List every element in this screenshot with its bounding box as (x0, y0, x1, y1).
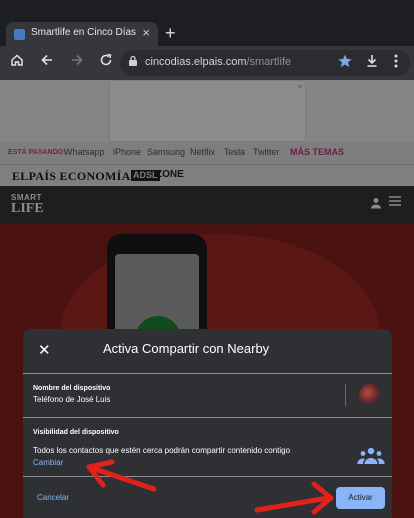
nav-link-samsung[interactable]: Samsung (147, 147, 185, 157)
ad-choices-icon[interactable]: ✕ (297, 83, 303, 91)
brand-row: ELPAÍS ECONOMÍA ADSL ZONE (0, 164, 414, 186)
dialog-title: Activa Compartir con Nearby (103, 341, 270, 356)
vertical-divider (345, 384, 346, 406)
close-icon[interactable]: ✕ (38, 343, 51, 359)
nav-link-whatsapp[interactable]: Whatsapp (64, 147, 105, 157)
user-icon[interactable] (370, 197, 382, 212)
lock-icon (128, 55, 138, 70)
tab-close-icon[interactable]: × (142, 25, 150, 40)
tab-favicon-icon (14, 29, 25, 40)
nav-link-netflix[interactable]: Netflix (190, 147, 215, 157)
avatar[interactable] (359, 384, 381, 406)
device-name-value: Teléfono de José Luis (33, 395, 111, 404)
home-icon[interactable] (10, 53, 24, 72)
visibility-description: Todos los contactos que estén cerca podr… (33, 446, 291, 455)
nav-link-tesla[interactable]: Tesla (224, 147, 245, 157)
trending-nav: ESTÁ PASANDO: Whatsapp iPhone Samsung Ne… (0, 142, 414, 164)
browser-toolbar: cincodias.elpais.com/smartlife (0, 46, 414, 80)
tab-title: Smartlife en Cinco Días (31, 27, 137, 38)
nav-link-iphone[interactable]: iPhone (113, 147, 141, 157)
reload-icon[interactable] (99, 53, 113, 72)
divider (23, 476, 392, 477)
tab-strip: Smartlife en Cinco Días × + (0, 0, 414, 46)
star-icon[interactable] (337, 53, 353, 74)
device-name-label: Nombre del dispositivo (33, 385, 111, 392)
ad-banner[interactable]: ✕ (109, 80, 306, 142)
url-host: cincodias.elpais.com (145, 56, 247, 68)
adslzone-logo-zone[interactable]: ZONE (156, 169, 184, 180)
forward-icon[interactable] (70, 53, 84, 72)
activate-button[interactable]: Activar (336, 487, 385, 509)
browser-tab[interactable]: Smartlife en Cinco Días × (6, 22, 158, 46)
back-icon[interactable] (40, 53, 54, 72)
divider (23, 373, 392, 374)
change-visibility-link[interactable]: Cambiar (33, 458, 63, 467)
visibility-label: Visibilidad del dispositivo (33, 429, 119, 436)
url-path: /smartlife (246, 56, 292, 68)
nav-link-more-topics[interactable]: MÁS TEMAS (290, 147, 344, 157)
download-icon[interactable] (365, 53, 379, 73)
new-tab-icon[interactable]: + (165, 24, 176, 42)
site-header: SMART LIFE (0, 186, 414, 224)
hamburger-menu-icon[interactable] (388, 194, 402, 213)
cancel-button[interactable]: Cancelar (37, 493, 69, 502)
menu-icon[interactable] (393, 52, 399, 74)
nearby-share-dialog: ✕ Activa Compartir con Nearby Nombre del… (23, 329, 392, 518)
elpais-economia-logo[interactable]: ELPAÍS ECONOMÍA (12, 169, 131, 184)
nav-link-twitter[interactable]: Twitter (253, 147, 280, 157)
contacts-icon (357, 446, 385, 466)
url-text: cincodias.elpais.com/smartlife (145, 56, 291, 68)
smartlife-logo-life[interactable]: LIFE (11, 202, 44, 216)
address-bar[interactable]: cincodias.elpais.com/smartlife (120, 50, 410, 76)
trending-label: ESTÁ PASANDO: (8, 149, 66, 156)
divider (23, 417, 392, 418)
